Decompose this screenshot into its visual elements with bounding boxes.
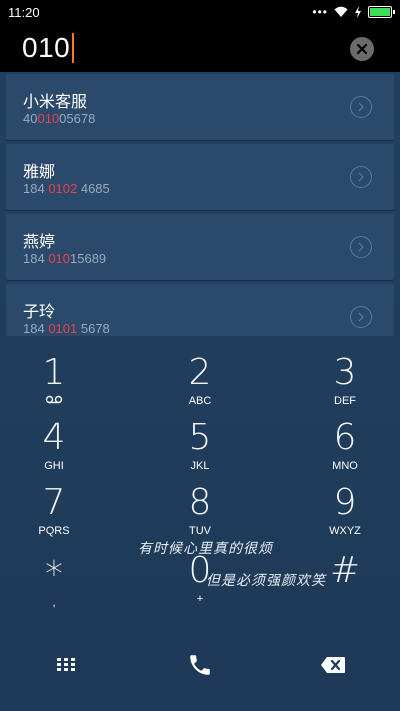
contact-number: 184 0102 4685 — [23, 181, 110, 196]
contact-name: 雅娜 — [23, 162, 56, 181]
wifi-icon — [334, 6, 348, 17]
backspace-icon — [321, 657, 345, 673]
key-4[interactable]: 4 GHI — [0, 410, 114, 476]
dialpad-grid-icon — [57, 658, 75, 671]
key-6[interactable]: 6 MNO — [285, 410, 400, 476]
overlay-text-line-2: 但是必须强颜欢笑 — [206, 573, 326, 589]
toggle-keypad-button[interactable] — [46, 650, 86, 680]
chevron-right-icon — [358, 312, 364, 322]
contact-detail-button[interactable] — [350, 306, 372, 328]
backspace-button[interactable] — [313, 650, 353, 680]
key-9[interactable]: 9 WXYZ — [285, 475, 400, 541]
chevron-right-icon — [358, 102, 364, 112]
chevron-right-icon — [358, 242, 364, 252]
key-7[interactable]: 7 PQRS — [0, 475, 114, 541]
battery-level — [370, 8, 390, 16]
overlay-text-line-1: 有时候心里真的很烦 — [138, 541, 273, 557]
key-letters: ABC — [188, 395, 212, 407]
key-1[interactable]: 1 — [0, 345, 114, 411]
key-letters: PQRS — [38, 525, 70, 537]
key-digit: * — [45, 554, 63, 595]
contact-result[interactable]: 小米客服 4001005678 — [6, 74, 394, 140]
contact-number: 184 01015689 — [23, 251, 107, 266]
key-digit: 7 — [42, 482, 66, 523]
contact-result[interactable]: 燕婷 184 01015689 — [6, 214, 394, 280]
key-digit: 9 — [333, 482, 357, 523]
call-button[interactable] — [180, 650, 220, 680]
status-icons: ••• — [312, 5, 395, 19]
key-digit: 4 — [42, 417, 66, 458]
contact-name: 燕婷 — [23, 232, 56, 251]
key-letters: GHI — [44, 460, 64, 472]
text-cursor — [72, 33, 75, 63]
phone-call-icon — [190, 655, 210, 675]
key-letters: JKL — [190, 460, 210, 472]
contact-number: 184 0101 5678 — [23, 321, 110, 336]
dial-keypad: 1 2 ABC 3 DEF 4 GHI 5 JKL 6 MNO 7 PQRS 8… — [0, 337, 400, 627]
key-letters: + — [196, 593, 204, 605]
status-bar: 11:20 ••• — [0, 0, 400, 24]
key-letters: MNO — [332, 460, 358, 472]
close-icon — [357, 44, 367, 54]
contact-detail-button[interactable] — [350, 236, 372, 258]
key-3[interactable]: 3 DEF — [285, 345, 400, 411]
chevron-right-icon — [358, 172, 364, 182]
notification-dots: ••• — [312, 5, 328, 19]
key-digit: 3 — [333, 352, 357, 393]
key-letters: TUV — [189, 525, 211, 537]
key-digit: 1 — [42, 352, 66, 393]
contact-detail-button[interactable] — [350, 166, 372, 188]
bottom-action-bar — [0, 632, 400, 711]
charging-bolt-icon — [355, 6, 361, 18]
key-digit: 6 — [333, 417, 357, 458]
dialer-screen: 11:20 ••• 010 小米客服 4001005678 雅娜 184 010… — [0, 0, 400, 711]
dial-input-bar: 010 — [0, 24, 400, 72]
contact-results-list: 小米客服 4001005678 雅娜 184 0102 4685 燕婷 184 … — [6, 74, 394, 336]
key-8[interactable]: 8 TUV — [140, 475, 260, 541]
contact-number: 4001005678 — [23, 111, 96, 126]
key-digit: 2 — [188, 352, 212, 393]
clear-input-button[interactable] — [350, 37, 374, 61]
key-letters: , — [52, 597, 56, 609]
contact-result[interactable]: 雅娜 184 0102 4685 — [6, 144, 394, 210]
key-letters: WXYZ — [329, 525, 361, 537]
key-5[interactable]: 5 JKL — [140, 410, 260, 476]
contact-result[interactable]: 子玲 184 0101 5678 — [6, 284, 394, 336]
contact-name: 子玲 — [23, 302, 56, 321]
dialed-number[interactable]: 010 — [22, 32, 70, 64]
key-digit: 8 — [188, 482, 212, 523]
key-digit: 5 — [188, 417, 212, 458]
voicemail-icon — [45, 395, 63, 404]
key-letters: DEF — [334, 395, 356, 407]
key-2[interactable]: 2 ABC — [140, 345, 260, 411]
contact-detail-button[interactable] — [350, 96, 372, 118]
contact-name: 小米客服 — [23, 92, 88, 111]
battery-icon — [368, 6, 395, 18]
status-time: 11:20 — [8, 4, 40, 20]
key-star[interactable]: * , — [0, 547, 114, 613]
key-digit: # — [329, 550, 361, 591]
